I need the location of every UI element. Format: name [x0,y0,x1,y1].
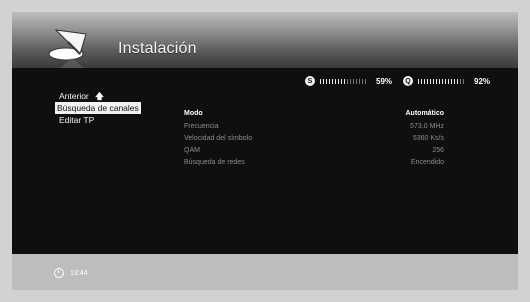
detail-row-modo[interactable]: Modo Automático [184,110,444,120]
page-title: Instalación [118,40,197,57]
signal-quality-value: 92% [474,76,491,86]
clock: 13:44 [54,268,88,278]
tv-screen: Instalación S 59% Q 92% Anterior 🡅 Búsqu… [0,0,530,302]
detail-value: Automático [405,110,445,117]
arrow-up-icon: 🡅 [95,91,104,101]
detail-row-busqueda-redes[interactable]: Búsqueda de redes Encendido [184,159,444,169]
signal-strength-value: 59% [376,76,393,86]
detail-value: 5360 Ks/s [412,135,444,142]
detail-key: Frecuencia [184,123,219,130]
side-menu: Anterior 🡅 Búsqueda de canales Editar TP [55,90,141,126]
detail-value: 256 [432,147,444,154]
menu-item-label: Anterior [59,91,89,101]
menu-item-editar-tp[interactable]: Editar TP [57,114,141,126]
detail-row-velocidad-simbolo[interactable]: Velocidad del símbolo 5360 Ks/s [184,135,444,145]
signal-strength-icon: S [305,76,315,86]
detail-key: Búsqueda de redes [184,159,245,166]
signal-strength-meter: S 59% [305,76,392,86]
detail-value: 573.0 MHz [410,123,444,130]
clock-icon [54,268,64,278]
menu-item-label: Editar TP [59,115,95,125]
detail-key: Velocidad del símbolo [184,135,253,142]
menu-item-busqueda-de-canales[interactable]: Búsqueda de canales [55,102,141,114]
detail-value: Encendido [410,159,444,166]
detail-row-qam[interactable]: QAM 256 [184,147,444,157]
signal-quality-bar [418,78,464,84]
signal-strength-bar [320,78,366,84]
clock-time: 13:44 [70,269,88,277]
detail-key: Modo [184,110,203,117]
detail-row-frecuencia[interactable]: Frecuencia 573.0 MHz [184,123,444,133]
menu-item-anterior[interactable]: Anterior 🡅 [57,90,141,102]
detail-key: QAM [184,147,200,154]
signal-quality-meter: Q 92% [403,76,490,86]
menu-item-label: Búsqueda de canales [57,103,139,113]
signal-quality-icon: Q [403,76,413,86]
